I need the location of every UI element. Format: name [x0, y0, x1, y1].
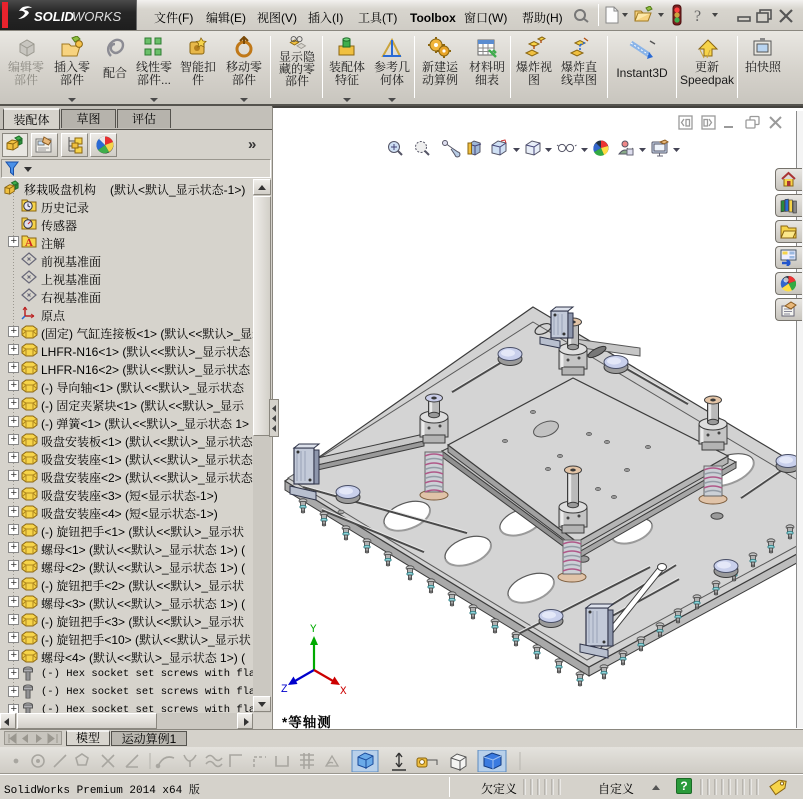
svg-text:WORKS: WORKS: [72, 9, 121, 24]
svg-text:?: ?: [694, 8, 701, 24]
svg-text:Y: Y: [310, 624, 317, 636]
svg-text:A: A: [25, 237, 33, 248]
svg-text:X: X: [340, 686, 347, 698]
svg-text:Z: Z: [281, 684, 288, 696]
svg-text:SOLID: SOLID: [34, 9, 74, 24]
